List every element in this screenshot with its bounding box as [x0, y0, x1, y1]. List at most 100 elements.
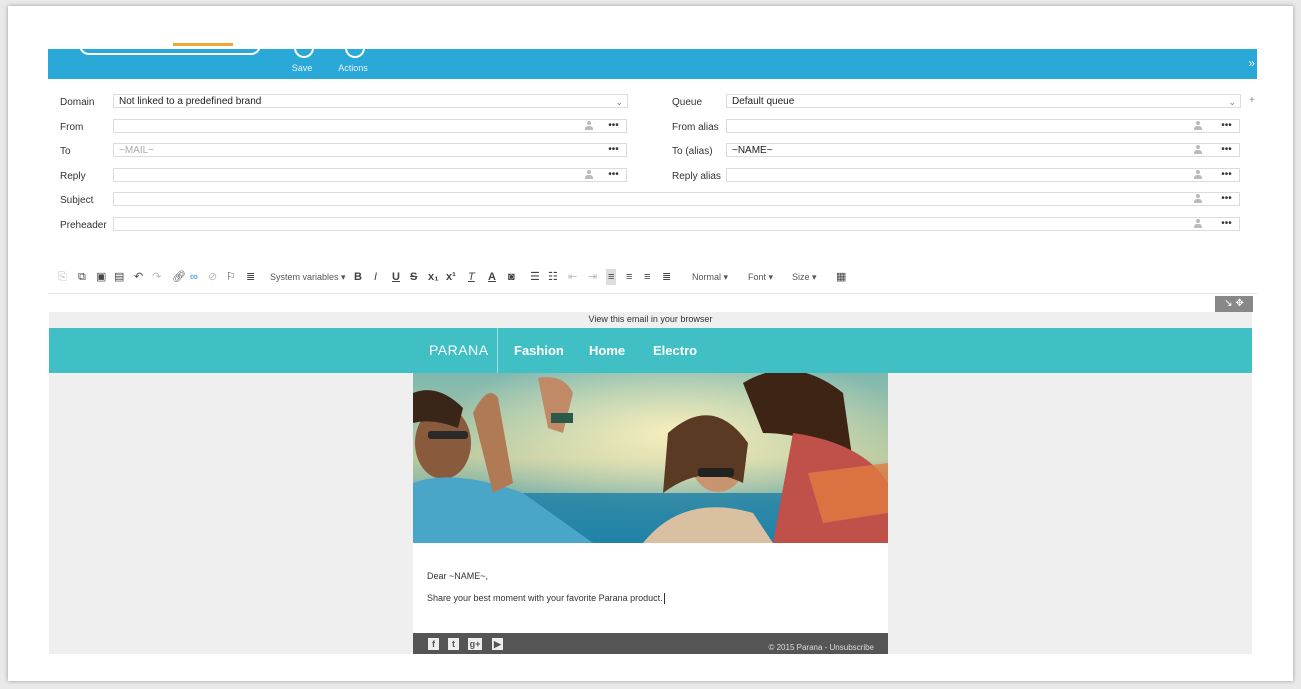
- email-body[interactable]: Dear ~NAME~, Share your best moment with…: [413, 543, 888, 633]
- message-text: Share your best moment with your favorit…: [427, 593, 663, 603]
- size-dropdown[interactable]: Size ▾: [792, 269, 817, 285]
- strikethrough-icon[interactable]: S: [410, 269, 417, 285]
- cut-icon[interactable]: ⎘: [58, 269, 67, 285]
- bold-icon[interactable]: B: [354, 269, 362, 285]
- table-icon[interactable]: ▦: [836, 269, 846, 285]
- reply-field[interactable]: [113, 168, 602, 182]
- subject-field[interactable]: [113, 192, 1215, 206]
- undo-icon[interactable]: ↶: [134, 269, 143, 285]
- subscript-icon[interactable]: x₁: [428, 269, 439, 285]
- editor-toolbar: ⎘ ⧉ ▣ ▤ ↶ ↷ 🔗︎ ∞ ⊘ ⚐ ≣ System variables …: [48, 266, 1257, 288]
- progress-stepper[interactable]: [79, 43, 261, 55]
- user-icon: [585, 121, 593, 131]
- email-footer: f t g+ ▶ © 2015 Parana - Unsubscribe: [413, 633, 888, 654]
- save-label: Save: [291, 63, 313, 73]
- google-plus-icon[interactable]: g+: [468, 638, 482, 650]
- preheader-more-button[interactable]: •••: [1214, 217, 1240, 231]
- edit-link-icon[interactable]: ∞: [190, 269, 198, 285]
- queue-select[interactable]: Default queue ⌄: [726, 94, 1241, 108]
- paste-icon[interactable]: ▣: [96, 269, 106, 285]
- from-alias-field[interactable]: [726, 119, 1215, 133]
- action-bar: Save Actions »: [48, 43, 1257, 79]
- link-icon[interactable]: 🔗︎: [172, 269, 186, 285]
- actions-icon: [345, 44, 365, 58]
- user-icon: [585, 170, 593, 180]
- align-right-icon[interactable]: ≡: [644, 269, 650, 285]
- from-more-button[interactable]: •••: [601, 119, 627, 133]
- queue-select-value: Default queue: [732, 96, 795, 107]
- text-cursor: [663, 593, 665, 605]
- remove-format-icon[interactable]: T: [468, 269, 475, 285]
- superscript-icon[interactable]: x¹: [446, 269, 456, 285]
- to-field[interactable]: ~MAIL~: [113, 143, 602, 157]
- to-alias-field-value: ~NAME~: [732, 145, 773, 156]
- reply-more-button[interactable]: •••: [601, 168, 627, 182]
- twitter-icon[interactable]: t: [448, 638, 459, 650]
- actions-label: Actions: [338, 63, 368, 73]
- nav-link-fashion[interactable]: Fashion: [514, 343, 564, 358]
- italic-icon[interactable]: I: [374, 269, 377, 285]
- unlink-icon[interactable]: ⊘: [208, 269, 217, 285]
- preheader-field[interactable]: [113, 217, 1215, 231]
- format-dropdown[interactable]: Normal ▾: [692, 269, 728, 285]
- user-icon: [1194, 194, 1202, 204]
- progress-stepper-active: [173, 43, 233, 46]
- system-variables-dropdown[interactable]: System variables ▾: [270, 269, 346, 285]
- message-line: Share your best moment with your favorit…: [427, 593, 665, 605]
- user-icon: [1194, 121, 1202, 131]
- redo-icon[interactable]: ↷: [152, 269, 161, 285]
- youtube-icon[interactable]: ▶: [492, 638, 503, 650]
- font-label: Font: [748, 272, 767, 282]
- user-icon: [1194, 170, 1202, 180]
- underline-icon[interactable]: U: [392, 269, 400, 285]
- anchor-flag-icon[interactable]: ⚐: [226, 269, 236, 285]
- email-nav-bar: PARANA Fashion Home Electro: [49, 328, 1252, 373]
- chevron-down-icon: ⌄: [1228, 97, 1236, 107]
- nav-link-home[interactable]: Home: [589, 343, 625, 358]
- nav-link-electro[interactable]: Electro: [653, 343, 697, 358]
- bulleted-list-icon[interactable]: ☷: [548, 269, 558, 285]
- horizontal-rule-icon[interactable]: ≣: [246, 269, 255, 285]
- save-button[interactable]: Save: [282, 44, 322, 79]
- increase-indent-icon[interactable]: ⇥: [588, 269, 597, 285]
- from-field[interactable]: [113, 119, 602, 133]
- copy-icon[interactable]: ⧉: [78, 269, 86, 285]
- user-icon: [1194, 219, 1202, 229]
- dropdown-arrow-icon: ▾: [341, 272, 346, 282]
- actions-button[interactable]: Actions: [332, 44, 374, 79]
- brand-logo[interactable]: PARANA: [429, 342, 489, 358]
- numbered-list-icon[interactable]: ☰: [530, 269, 540, 285]
- font-dropdown[interactable]: Font ▾: [748, 269, 773, 285]
- save-icon: [294, 44, 314, 58]
- dropdown-arrow-icon: ▾: [768, 272, 774, 282]
- align-left-icon[interactable]: ≡: [606, 269, 617, 285]
- text-color-icon[interactable]: A: [488, 269, 496, 285]
- domain-select[interactable]: Not linked to a predefined brand ⌄: [113, 94, 628, 108]
- subject-more-button[interactable]: •••: [1214, 192, 1240, 206]
- decrease-indent-icon[interactable]: ⇤: [568, 269, 577, 285]
- reply-alias-field[interactable]: [726, 168, 1215, 182]
- hero-image[interactable]: [413, 373, 888, 543]
- user-icon: [1194, 145, 1202, 155]
- collapse-panel-icon[interactable]: »: [1248, 56, 1255, 70]
- to-alias-field[interactable]: ~NAME~: [726, 143, 1215, 157]
- domain-label: Domain: [60, 97, 95, 108]
- domain-select-value: Not linked to a predefined brand: [119, 96, 262, 107]
- facebook-icon[interactable]: f: [428, 638, 439, 650]
- preheader-label: Preheader: [60, 220, 107, 231]
- view-in-browser-link[interactable]: View this email in your browser: [49, 314, 1252, 324]
- toolbar-divider: [48, 293, 1257, 294]
- background-color-icon[interactable]: ◙: [508, 269, 515, 285]
- reply-alias-more-button[interactable]: •••: [1214, 168, 1240, 182]
- from-alias-more-button[interactable]: •••: [1214, 119, 1240, 133]
- align-justify-icon[interactable]: ≣: [662, 269, 671, 285]
- size-label: Size: [792, 272, 810, 282]
- to-more-button[interactable]: •••: [601, 143, 627, 157]
- greeting-text: Dear ~NAME~,: [427, 571, 489, 581]
- paste-text-icon[interactable]: ▤: [114, 269, 124, 285]
- footer-copyright[interactable]: © 2015 Parana - Unsubscribe: [768, 643, 874, 652]
- add-queue-icon[interactable]: +: [1249, 95, 1255, 106]
- resize-move-icon[interactable]: ↘ ✥: [1215, 296, 1253, 312]
- to-alias-more-button[interactable]: •••: [1214, 143, 1240, 157]
- align-center-icon[interactable]: ≡: [626, 269, 632, 285]
